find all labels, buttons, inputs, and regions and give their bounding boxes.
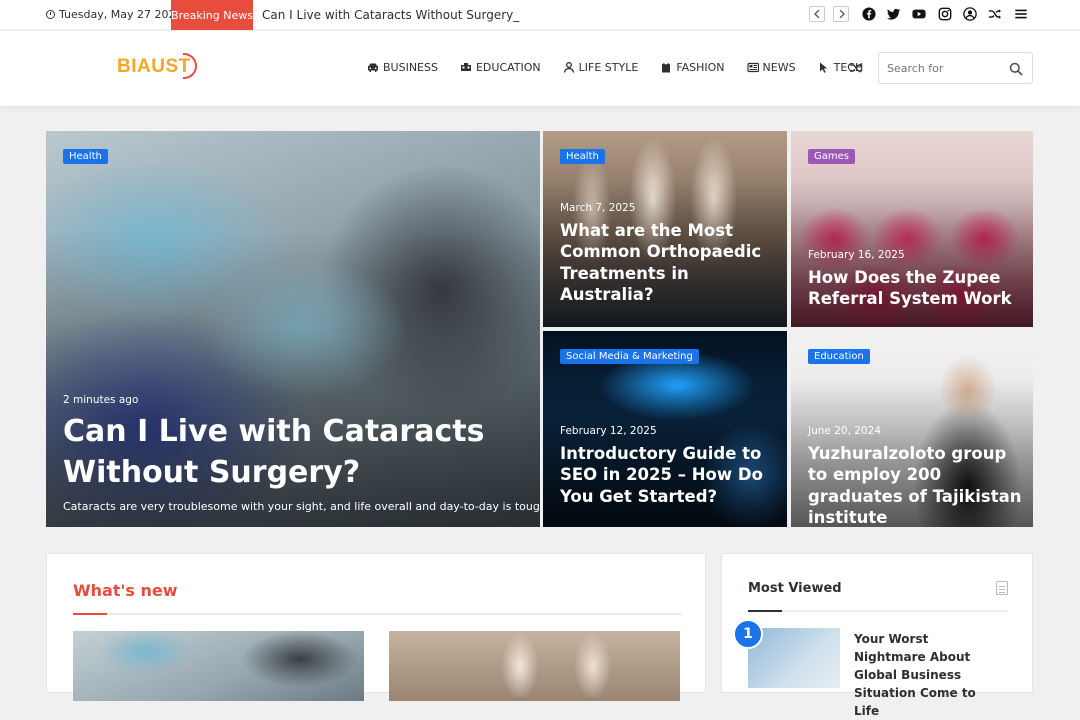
shirt-icon — [662, 63, 671, 73]
featured-post-3[interactable]: Social Media & Marketing February 12, 20… — [543, 331, 787, 527]
rank-badge: 1 — [733, 619, 763, 649]
section-divider-accent — [73, 613, 107, 615]
ticker-next-button[interactable] — [833, 6, 849, 22]
search-input[interactable] — [879, 53, 999, 83]
nav-item-education[interactable]: EDUCATION — [460, 61, 541, 74]
featured-post-4[interactable]: Education June 20, 2024 Yuzhuralzoloto g… — [791, 331, 1033, 527]
post-title[interactable]: What are the Most Common Orthopaedic Tre… — [560, 220, 775, 306]
car-icon — [368, 63, 378, 72]
nav-label: FASHION — [676, 61, 725, 74]
nav-label: BUSINESS — [383, 61, 438, 74]
main-navigation: BUSINESS EDUCATION LIFE STYLE FASHION NE… — [367, 61, 885, 74]
site-header: BIAUST BUSINESS EDUCATION LIFE STYLE FAS… — [0, 31, 1080, 106]
user-account-link[interactable] — [962, 6, 978, 22]
post-date: March 7, 2025 — [560, 202, 636, 214]
most-viewed-post-title[interactable]: Your Worst Nightmare About Global Busine… — [854, 630, 1004, 720]
search-box — [878, 52, 1033, 84]
post-title[interactable]: How Does the Zupee Referral System Work — [808, 267, 1023, 310]
youtube-link[interactable] — [911, 6, 927, 22]
chevron-left-icon — [813, 10, 819, 18]
document-icon — [996, 581, 1008, 595]
chevron-right-icon — [839, 10, 845, 18]
search-button[interactable] — [1009, 61, 1023, 76]
featured-post-2[interactable]: Games February 16, 2025 How Does the Zup… — [791, 131, 1033, 327]
menu-icon — [1015, 9, 1027, 19]
clock-icon — [46, 10, 55, 19]
nav-label: LIFE STYLE — [578, 61, 639, 74]
post-title[interactable]: Introductory Guide to SEO in 2025 – How … — [560, 443, 775, 507]
featured-post-1[interactable]: Health March 7, 2025 What are the Most C… — [543, 131, 787, 327]
newspaper-icon — [746, 62, 759, 73]
top-bar: Tuesday, May 27 2025 Breaking News Can I… — [0, 0, 1080, 30]
whats-new-thumbnail[interactable] — [389, 631, 680, 701]
post-time: 2 minutes ago — [63, 394, 139, 406]
nav-item-business[interactable]: BUSINESS — [367, 61, 438, 74]
search-icon — [1009, 62, 1023, 76]
cursor-icon — [819, 62, 827, 73]
person-icon — [563, 62, 574, 73]
instagram-link[interactable] — [937, 6, 953, 22]
category-badge[interactable]: Social Media & Marketing — [560, 349, 699, 364]
nav-item-fashion[interactable]: FASHION — [660, 61, 725, 74]
main-menu-toggle[interactable] — [1013, 6, 1029, 22]
shuffle-icon — [849, 63, 862, 73]
whats-new-thumbnail[interactable] — [73, 631, 364, 701]
nav-item-life-style[interactable]: LIFE STYLE — [563, 61, 639, 74]
date-text: Tuesday, May 27 2025 — [59, 8, 183, 21]
breaking-news-ticker[interactable]: Can I Live with Cataracts Without Surger… — [262, 8, 519, 22]
post-excerpt: Cataracts are very troublesome with your… — [63, 500, 540, 513]
category-badge[interactable]: Education — [808, 349, 870, 364]
site-logo[interactable]: BIAUST — [117, 53, 197, 79]
breaking-news-label: Breaking News — [171, 0, 253, 30]
nav-label: EDUCATION — [475, 61, 541, 74]
random-article-link[interactable] — [987, 6, 1003, 22]
post-date: February 16, 2025 — [808, 249, 905, 261]
facebook-icon — [862, 7, 876, 21]
current-date: Tuesday, May 27 2025 — [46, 8, 182, 21]
post-date: June 20, 2024 — [808, 425, 881, 437]
category-badge[interactable]: Games — [808, 149, 855, 164]
shuffle-icon — [988, 9, 1001, 19]
bus-icon — [460, 63, 471, 71]
youtube-icon — [912, 9, 926, 19]
section-title: Most Viewed — [748, 581, 842, 596]
logo-text: BIAUST — [117, 56, 191, 77]
twitter-icon — [887, 8, 901, 20]
logo-swirl-icon — [182, 53, 197, 79]
facebook-link[interactable] — [861, 6, 877, 22]
section-divider — [73, 613, 681, 615]
instagram-icon — [938, 7, 952, 21]
twitter-link[interactable] — [886, 6, 902, 22]
post-date: February 12, 2025 — [560, 425, 657, 437]
whats-new-section: What's new — [46, 553, 706, 701]
section-divider-accent — [748, 610, 782, 612]
category-badge[interactable]: Health — [560, 149, 605, 164]
section-title: What's new — [73, 581, 178, 600]
post-title[interactable]: Yuzhuralzoloto group to employ 200 gradu… — [808, 443, 1023, 527]
section-divider — [748, 610, 1008, 612]
featured-main-post[interactable]: Health 2 minutes ago Can I Live with Cat… — [46, 131, 540, 527]
ticker-prev-button[interactable] — [809, 6, 825, 22]
nav-label: NEWS — [762, 61, 796, 74]
most-viewed-section: Most Viewed 1 Your Worst Nightmare About… — [721, 553, 1033, 718]
category-badge[interactable]: Health — [63, 149, 108, 164]
random-post-button[interactable] — [849, 60, 863, 74]
nav-item-news[interactable]: NEWS — [746, 61, 796, 74]
post-title[interactable]: Can I Live with Cataracts Without Surger… — [63, 412, 503, 494]
user-icon — [963, 7, 977, 21]
